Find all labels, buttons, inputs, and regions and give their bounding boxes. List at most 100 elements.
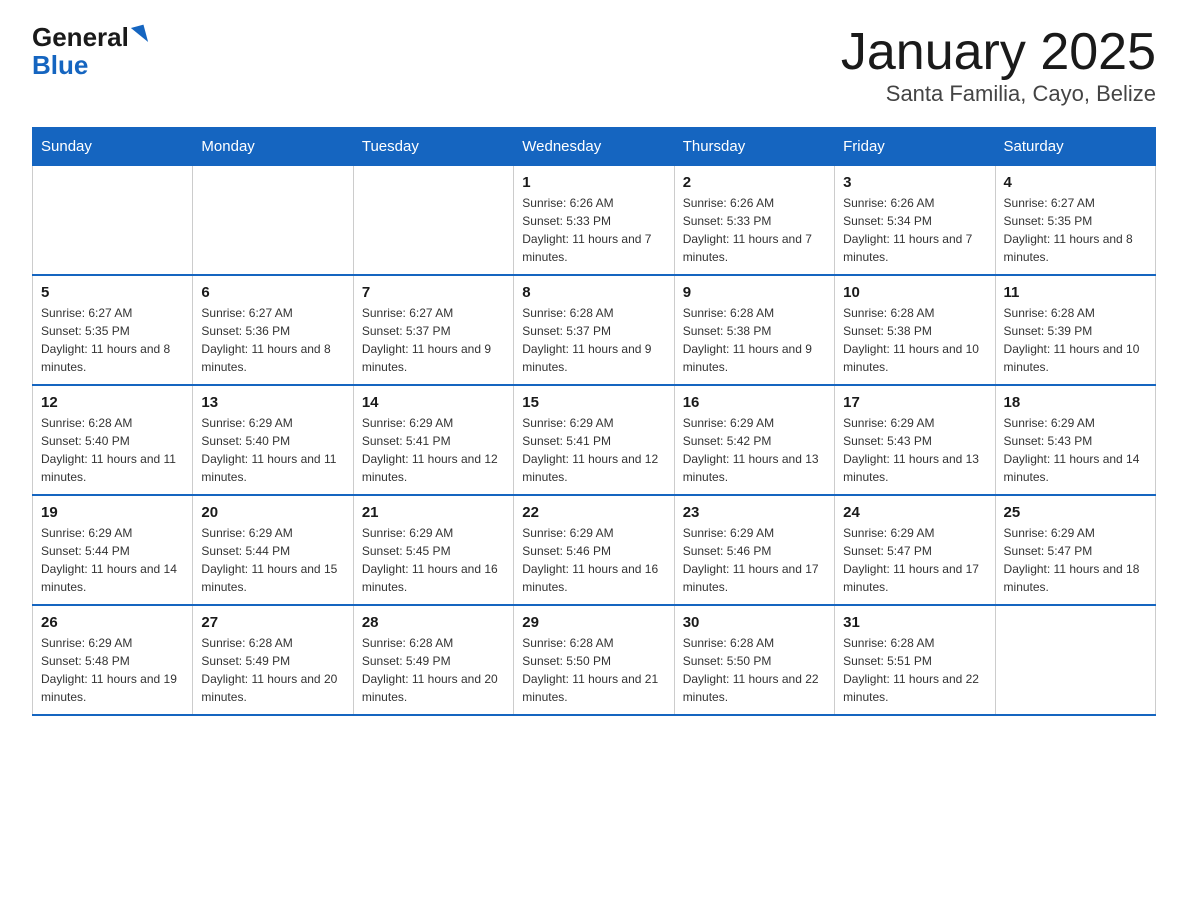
day-number: 9 [683, 284, 826, 301]
calendar-day-cell [995, 605, 1155, 715]
calendar-day-cell: 30Sunrise: 6:28 AMSunset: 5:50 PMDayligh… [674, 605, 834, 715]
calendar-day-cell: 28 Sunrise: 6:28 AMSunset: 5:49 PMDayligh… [353, 605, 513, 715]
day-info: Sunrise: 6:26 AMSunset: 5:34 PMDaylight:… [843, 194, 986, 266]
day-info: Sunrise: 6:29 AMSunset: 5:43 PMDaylight:… [1004, 414, 1147, 486]
day-number: 14 [362, 394, 505, 411]
calendar-day-cell: 4 Sunrise: 6:27 AMSunset: 5:35 PMDaylight… [995, 166, 1155, 276]
calendar-day-cell: 3 Sunrise: 6:26 AMSunset: 5:34 PMDaylight… [835, 166, 995, 276]
day-info: Sunrise: 6:29 AMSunset: 5:44 PMDaylight:… [201, 524, 344, 596]
day-number: 18 [1004, 394, 1147, 411]
day-number: 24 [843, 504, 986, 521]
day-info: Sunrise: 6:27 AMSunset: 5:35 PMDaylight:… [1004, 194, 1147, 266]
calendar-table: SundayMondayTuesdayWednesdayThursdayFrid… [32, 127, 1156, 716]
day-info: Sunrise: 6:28 AMSunset: 5:40 PMDaylight:… [41, 414, 184, 486]
day-info: Sunrise: 6:29 AMSunset: 5:41 PMDaylight:… [362, 414, 505, 486]
calendar-day-cell [33, 166, 193, 276]
day-number: 26 [41, 614, 184, 631]
day-info: Sunrise: 6:28 AMSunset: 5:38 PMDaylight:… [683, 304, 826, 376]
day-info: Sunrise: 6:27 AMSunset: 5:37 PMDaylight:… [362, 304, 505, 376]
calendar-day-cell: 9 Sunrise: 6:28 AMSunset: 5:38 PMDaylight… [674, 275, 834, 385]
day-number: 11 [1004, 284, 1147, 301]
calendar-day-cell [193, 166, 353, 276]
calendar-day-cell: 10 Sunrise: 6:28 AMSunset: 5:38 PMDayligh… [835, 275, 995, 385]
calendar-day-cell: 15 Sunrise: 6:29 AMSunset: 5:41 PMDayligh… [514, 385, 674, 495]
calendar-day-cell: 7 Sunrise: 6:27 AMSunset: 5:37 PMDaylight… [353, 275, 513, 385]
calendar-day-cell: 16 Sunrise: 6:29 AMSunset: 5:42 PMDayligh… [674, 385, 834, 495]
day-number: 30 [683, 614, 826, 631]
calendar-day-cell: 20Sunrise: 6:29 AMSunset: 5:44 PMDayligh… [193, 495, 353, 605]
day-info: Sunrise: 6:28 AMSunset: 5:38 PMDaylight:… [843, 304, 986, 376]
day-of-week-header: Sunday [33, 128, 193, 166]
day-number: 13 [201, 394, 344, 411]
day-info: Sunrise: 6:29 AMSunset: 5:48 PMDaylight:… [41, 634, 184, 706]
day-number: 15 [522, 394, 665, 411]
day-info: Sunrise: 6:29 AMSunset: 5:43 PMDaylight:… [843, 414, 986, 486]
logo-triangle-icon [131, 25, 148, 46]
day-number: 27 [201, 614, 344, 631]
day-info: Sunrise: 6:29 AMSunset: 5:47 PMDaylight:… [1004, 524, 1147, 596]
day-of-week-header: Monday [193, 128, 353, 166]
page-header: General Blue January 2025 Santa Familia,… [32, 24, 1156, 107]
calendar-day-cell: 11Sunrise: 6:28 AMSunset: 5:39 PMDayligh… [995, 275, 1155, 385]
day-number: 5 [41, 284, 184, 301]
day-info: Sunrise: 6:28 AMSunset: 5:51 PMDaylight:… [843, 634, 986, 706]
calendar-day-cell: 22Sunrise: 6:29 AMSunset: 5:46 PMDayligh… [514, 495, 674, 605]
calendar-week-row: 26 Sunrise: 6:29 AMSunset: 5:48 PMDayligh… [33, 605, 1156, 715]
day-number: 4 [1004, 174, 1147, 191]
day-info: Sunrise: 6:28 AMSunset: 5:50 PMDaylight:… [522, 634, 665, 706]
day-info: Sunrise: 6:28 AMSunset: 5:49 PMDaylight:… [362, 634, 505, 706]
calendar-day-cell: 17 Sunrise: 6:29 AMSunset: 5:43 PMDayligh… [835, 385, 995, 495]
calendar-week-row: 1Sunrise: 6:26 AMSunset: 5:33 PMDaylight… [33, 166, 1156, 276]
calendar-day-cell: 29Sunrise: 6:28 AMSunset: 5:50 PMDayligh… [514, 605, 674, 715]
day-number: 25 [1004, 504, 1147, 521]
day-number: 12 [41, 394, 184, 411]
day-info: Sunrise: 6:29 AMSunset: 5:41 PMDaylight:… [522, 414, 665, 486]
logo-blue-text: Blue [32, 50, 88, 81]
calendar-title: January 2025 [841, 24, 1156, 81]
day-info: Sunrise: 6:29 AMSunset: 5:46 PMDaylight:… [522, 524, 665, 596]
calendar-day-cell: 5 Sunrise: 6:27 AMSunset: 5:35 PMDaylight… [33, 275, 193, 385]
day-of-week-header: Wednesday [514, 128, 674, 166]
day-info: Sunrise: 6:29 AMSunset: 5:47 PMDaylight:… [843, 524, 986, 596]
day-number: 1 [522, 174, 665, 191]
calendar-day-cell: 1Sunrise: 6:26 AMSunset: 5:33 PMDaylight… [514, 166, 674, 276]
day-number: 3 [843, 174, 986, 191]
calendar-week-row: 19Sunrise: 6:29 AMSunset: 5:44 PMDayligh… [33, 495, 1156, 605]
day-number: 16 [683, 394, 826, 411]
day-info: Sunrise: 6:27 AMSunset: 5:35 PMDaylight:… [41, 304, 184, 376]
day-info: Sunrise: 6:29 AMSunset: 5:46 PMDaylight:… [683, 524, 826, 596]
day-info: Sunrise: 6:29 AMSunset: 5:42 PMDaylight:… [683, 414, 826, 486]
calendar-day-cell: 2Sunrise: 6:26 AMSunset: 5:33 PMDaylight… [674, 166, 834, 276]
calendar-day-cell: 12 Sunrise: 6:28 AMSunset: 5:40 PMDayligh… [33, 385, 193, 495]
calendar-day-cell: 21 Sunrise: 6:29 AMSunset: 5:45 PMDayligh… [353, 495, 513, 605]
calendar-day-cell: 14 Sunrise: 6:29 AMSunset: 5:41 PMDayligh… [353, 385, 513, 495]
calendar-day-cell: 19Sunrise: 6:29 AMSunset: 5:44 PMDayligh… [33, 495, 193, 605]
calendar-day-cell: 8 Sunrise: 6:28 AMSunset: 5:37 PMDaylight… [514, 275, 674, 385]
day-number: 17 [843, 394, 986, 411]
day-number: 21 [362, 504, 505, 521]
day-info: Sunrise: 6:29 AMSunset: 5:45 PMDaylight:… [362, 524, 505, 596]
day-of-week-header: Thursday [674, 128, 834, 166]
calendar-day-cell: 26 Sunrise: 6:29 AMSunset: 5:48 PMDayligh… [33, 605, 193, 715]
day-of-week-header: Friday [835, 128, 995, 166]
day-number: 8 [522, 284, 665, 301]
day-number: 28 [362, 614, 505, 631]
calendar-day-cell: 31Sunrise: 6:28 AMSunset: 5:51 PMDayligh… [835, 605, 995, 715]
day-number: 23 [683, 504, 826, 521]
calendar-day-cell: 23 Sunrise: 6:29 AMSunset: 5:46 PMDayligh… [674, 495, 834, 605]
calendar-day-cell: 13 Sunrise: 6:29 AMSunset: 5:40 PMDayligh… [193, 385, 353, 495]
day-number: 7 [362, 284, 505, 301]
day-number: 10 [843, 284, 986, 301]
calendar-day-cell: 24 Sunrise: 6:29 AMSunset: 5:47 PMDayligh… [835, 495, 995, 605]
calendar-week-row: 5 Sunrise: 6:27 AMSunset: 5:35 PMDaylight… [33, 275, 1156, 385]
day-info: Sunrise: 6:29 AMSunset: 5:40 PMDaylight:… [201, 414, 344, 486]
calendar-week-row: 12 Sunrise: 6:28 AMSunset: 5:40 PMDayligh… [33, 385, 1156, 495]
calendar-day-cell [353, 166, 513, 276]
day-of-week-header: Saturday [995, 128, 1155, 166]
day-info: Sunrise: 6:28 AMSunset: 5:49 PMDaylight:… [201, 634, 344, 706]
logo: General Blue [32, 24, 146, 81]
day-info: Sunrise: 6:28 AMSunset: 5:37 PMDaylight:… [522, 304, 665, 376]
calendar-day-cell: 18 Sunrise: 6:29 AMSunset: 5:43 PMDayligh… [995, 385, 1155, 495]
day-info: Sunrise: 6:29 AMSunset: 5:44 PMDaylight:… [41, 524, 184, 596]
logo-general-text: General [32, 24, 129, 50]
